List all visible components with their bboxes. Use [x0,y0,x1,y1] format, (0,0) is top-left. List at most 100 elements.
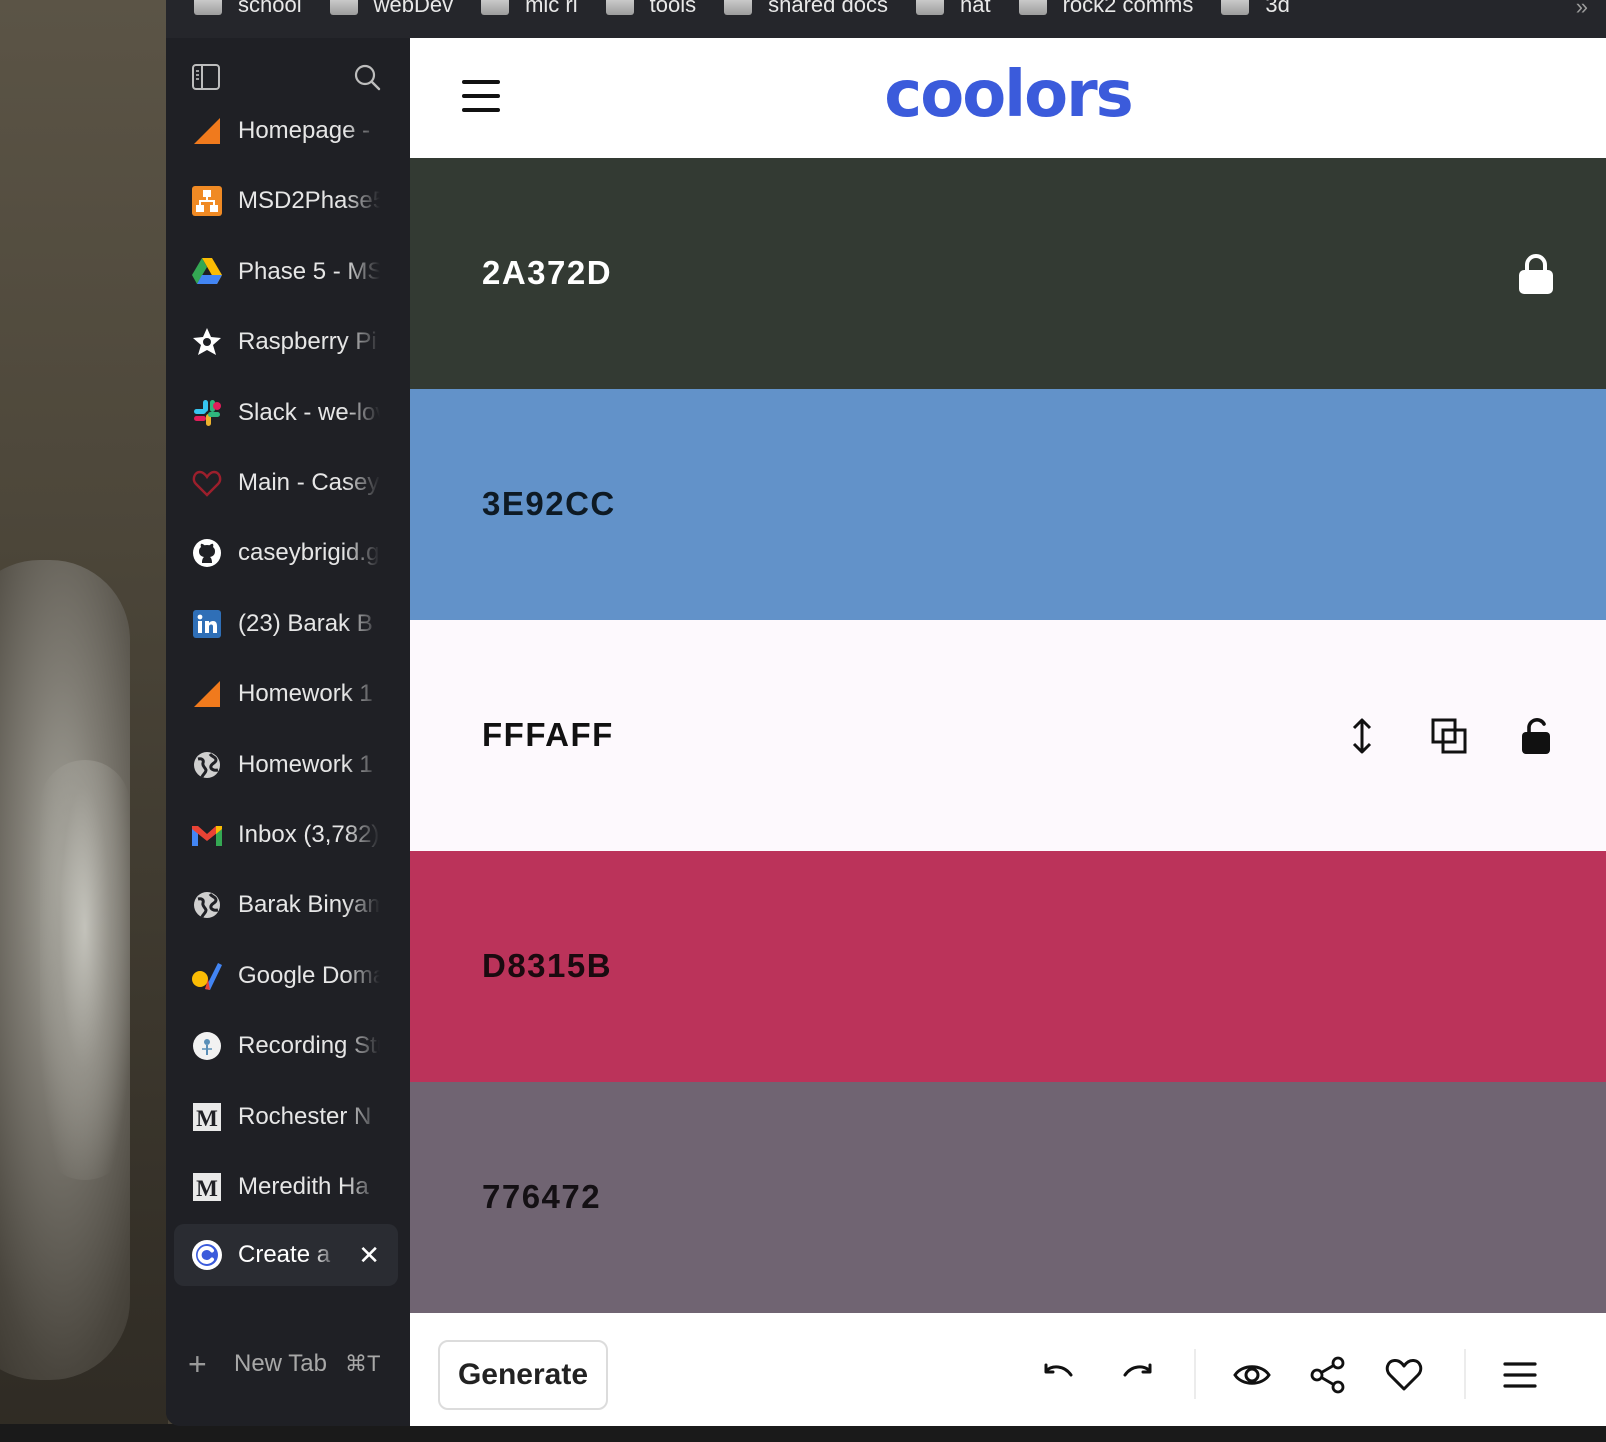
dock-edge [0,1424,1606,1442]
unlock-icon[interactable] [1514,714,1558,758]
sidebar-tab[interactable]: Homework 1 [174,734,398,796]
bookmark-label: hat [959,0,991,17]
tab-title: (23) Barak B [238,609,373,637]
generate-button[interactable]: Generate [438,1340,608,1410]
sidebar-tab[interactable]: MSD2Phase5 [174,170,398,232]
sidebar-tab[interactable]: Recording Studio [174,1015,398,1077]
folder-icon [481,0,510,15]
bookmark-label: shared docs [768,0,888,17]
app-header: coolors [410,38,1606,158]
bookmark-label: school [238,0,302,17]
desktop-background [0,0,168,1442]
bookmark-folder[interactable]: tools [605,0,697,24]
hex-code[interactable]: 2A372D [482,254,612,292]
color-swatch[interactable]: FFFAFF [410,620,1606,851]
tab-sidebar: Homepage - MSD2Phase5 Phase 5 - MSD Raspber… [166,38,410,1426]
sidebar-tab-active[interactable]: Create a ✕ [174,1224,398,1287]
sidebar-tab[interactable]: Phase 5 - MSD [174,241,398,303]
hex-code[interactable]: 776472 [482,1178,601,1216]
tab-title: Homework 1 [238,680,373,708]
swatch-tools [1471,252,1558,296]
bookmark-folder[interactable]: hat [915,0,991,24]
sidebar-tab[interactable]: M Meredith Ha [174,1156,398,1218]
lock-icon[interactable] [1514,252,1558,296]
svg-text:M: M [196,1106,218,1131]
sidebar-tab[interactable]: (23) Barak B [174,593,398,655]
folder-icon [1018,0,1047,15]
sidebar-tab[interactable]: Homepage - [174,100,398,162]
heart-icon[interactable] [1384,1355,1424,1395]
tab-title: Homework 1 [238,750,373,778]
undo-icon[interactable] [1038,1355,1078,1395]
tab-title: Inbox (3,782) [238,821,380,848]
tab-title: caseybrigid.github [238,539,380,567]
recording-icon [191,1030,223,1062]
plus-icon: + [188,1345,207,1382]
folder-icon [915,0,944,15]
sidebar-tab[interactable]: Google Domains [174,945,398,1007]
bookmark-folder[interactable]: rock2 comms [1018,0,1193,24]
color-swatch[interactable]: D8315B [410,851,1606,1082]
bookmark-folder[interactable]: shared docs [724,0,888,24]
tab-title: Google Domains [238,961,380,989]
slack-icon [191,397,223,429]
sidebar-tab[interactable]: M Rochester N [174,1086,398,1148]
bookmark-folder[interactable]: webDev [329,0,453,24]
color-swatch[interactable]: 3E92CC [410,389,1606,620]
coolors-logo[interactable]: coolors [410,58,1606,132]
bookmark-label: tools [649,0,697,17]
toolbar-divider [1464,1349,1466,1399]
tab-title: Slack - we-love [238,398,380,426]
hierarchy-icon [191,185,223,217]
toolbar-divider [1194,1349,1196,1399]
hex-code[interactable]: D8315B [482,947,612,985]
bookmarks-overflow-icon[interactable]: » [1576,0,1588,20]
heart-icon [191,467,223,499]
linkedin-icon [191,608,223,640]
redo-icon[interactable] [1118,1355,1158,1395]
eye-icon[interactable] [1232,1355,1272,1395]
coolors-icon [191,1239,223,1271]
hex-code[interactable]: 3E92CC [482,485,616,523]
sidebar-toolbar [166,60,410,100]
globe-icon [191,889,223,921]
sidebar-tab[interactable]: Inbox (3,782) [174,804,398,866]
share-icon[interactable] [1308,1355,1348,1395]
copy-icon[interactable] [1427,714,1471,758]
sidebar-tab[interactable]: Slack - we-love [174,382,398,444]
sidebar-tab[interactable]: Homework 1 [174,663,398,725]
desktop-wallpaper-highlight [40,760,130,1180]
bookmark-label: mic ri [525,0,578,17]
bookmark-folder[interactable]: school [194,0,302,24]
hex-code[interactable]: FFFAFF [482,716,614,754]
drag-handle-icon[interactable] [1340,714,1384,758]
search-icon[interactable] [352,62,382,92]
tab-title: Raspberry Pi [238,328,377,356]
close-tab-icon[interactable]: ✕ [358,1242,380,1268]
new-tab-button[interactable]: + New Tab ⌘T [188,1344,398,1384]
sidebar-toggle-icon[interactable] [191,62,221,92]
sidebar-tab[interactable]: Raspberry Pi [174,311,398,373]
sidebar-tab[interactable]: Main - Casey [174,452,398,514]
folder-icon [1221,0,1250,15]
medium-icon: M [191,1101,223,1133]
sidebar-tab[interactable]: caseybrigid.github [174,522,398,584]
tab-title: Homepage - [238,117,371,144]
medium-icon: M [191,1171,223,1203]
tab-title: Phase 5 - MSD [238,257,380,285]
menu-icon[interactable] [1500,1355,1540,1395]
bookmark-folder[interactable]: 3d [1221,0,1290,24]
logo-text: coolors [884,58,1133,132]
swatch-tools [1297,714,1558,758]
toolbar-footer: Generate [410,1313,1606,1426]
color-swatch[interactable]: 2A372D [410,158,1606,389]
folder-icon [605,0,634,15]
bookmark-folder[interactable]: mic ri [481,0,578,24]
svg-text:M: M [196,1176,218,1201]
color-swatch[interactable]: 776472 [410,1082,1606,1313]
tab-title: Rochester N [238,1102,372,1130]
github-icon [191,537,223,569]
sidebar-tab[interactable]: Barak Binyamin [174,874,398,936]
bookmark-label: 3d [1265,0,1290,17]
folder-icon [194,0,222,15]
